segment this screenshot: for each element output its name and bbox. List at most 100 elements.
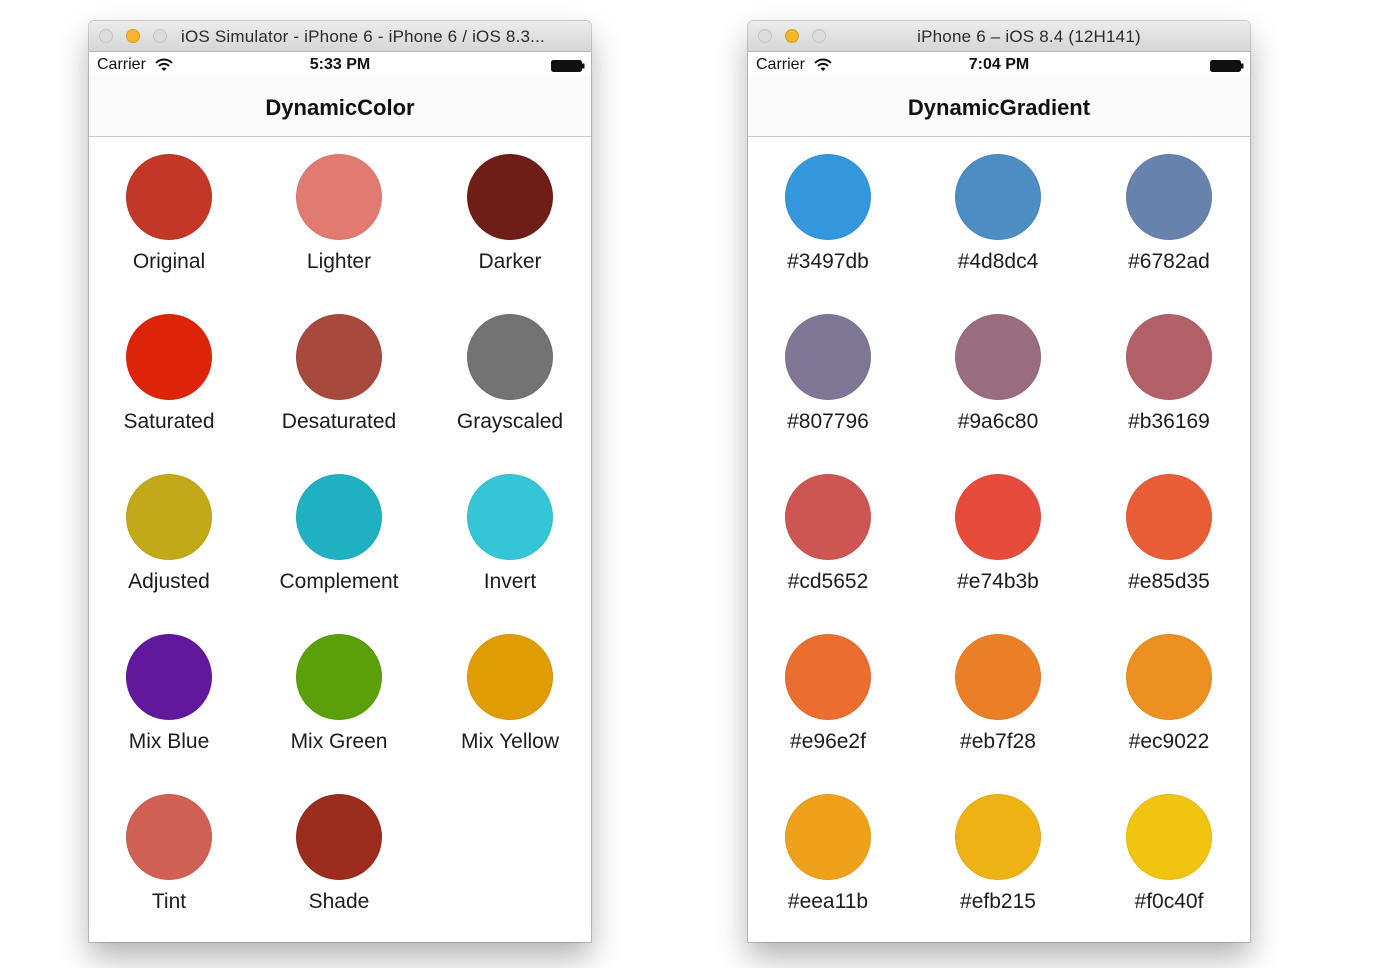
color-swatch[interactable]: #e74b3b bbox=[938, 474, 1058, 604]
swatch-circle bbox=[296, 314, 382, 400]
nav-title: DynamicColor bbox=[265, 95, 415, 120]
color-swatch[interactable]: #ec9022 bbox=[1109, 634, 1229, 764]
swatch-label: Tint bbox=[151, 890, 187, 913]
status-time: 7:04 PM bbox=[968, 56, 1030, 73]
swatch-circle bbox=[785, 634, 871, 720]
battery-icon bbox=[551, 60, 585, 72]
swatch-circle bbox=[126, 314, 212, 400]
swatch-circle bbox=[1126, 314, 1212, 400]
window-titlebar[interactable]: iPhone 6 – iOS 8.4 (12H141) bbox=[748, 21, 1250, 52]
zoom-window-button[interactable] bbox=[153, 29, 167, 43]
color-swatch[interactable]: Complement bbox=[279, 474, 399, 604]
color-swatch[interactable]: #cd5652 bbox=[768, 474, 888, 604]
close-window-button[interactable] bbox=[99, 29, 113, 43]
color-swatch[interactable]: Mix Yellow bbox=[450, 634, 570, 764]
swatch-label: #cd5652 bbox=[787, 570, 869, 593]
swatch-label: #ec9022 bbox=[1128, 730, 1210, 753]
swatch-circle bbox=[785, 154, 871, 240]
swatch-circle bbox=[126, 154, 212, 240]
swatch-circle bbox=[296, 634, 382, 720]
color-swatch[interactable]: #eea11b bbox=[768, 794, 888, 924]
color-swatch[interactable]: #efb215 bbox=[938, 794, 1058, 924]
swatch-label: #eb7f28 bbox=[960, 730, 1036, 753]
swatch-circle bbox=[467, 314, 553, 400]
swatch-label: Desaturated bbox=[281, 410, 397, 433]
swatch-label: #9a6c80 bbox=[957, 410, 1039, 433]
swatch-label: Lighter bbox=[306, 250, 372, 273]
swatch-label: Complement bbox=[279, 570, 399, 593]
color-swatch[interactable]: Adjusted bbox=[109, 474, 229, 604]
color-swatch[interactable]: Lighter bbox=[279, 154, 399, 284]
close-window-button[interactable] bbox=[758, 29, 772, 43]
swatch-label: Saturated bbox=[123, 410, 215, 433]
color-swatch[interactable]: #eb7f28 bbox=[938, 634, 1058, 764]
swatch-label: #6782ad bbox=[1128, 250, 1210, 273]
swatch-label: #e96e2f bbox=[790, 730, 866, 753]
swatch-circle bbox=[126, 634, 212, 720]
color-swatch[interactable]: Shade bbox=[279, 794, 399, 924]
color-swatch[interactable]: #e85d35 bbox=[1109, 474, 1229, 604]
swatch-label: #b36169 bbox=[1128, 410, 1210, 433]
swatch-label: Adjusted bbox=[128, 570, 210, 593]
swatch-circle bbox=[955, 154, 1041, 240]
swatch-label: Shade bbox=[308, 890, 370, 913]
simulator-window-dynamic-color: iOS Simulator - iPhone 6 - iPhone 6 / iO… bbox=[89, 21, 591, 942]
status-time: 5:33 PM bbox=[309, 56, 371, 73]
status-bar: Carrier 5:33 PM bbox=[89, 52, 591, 76]
minimize-window-button[interactable] bbox=[126, 29, 140, 43]
window-title: iPhone 6 – iOS 8.4 (12H141) bbox=[917, 27, 1141, 46]
swatch-label: Grayscaled bbox=[456, 410, 564, 433]
color-swatch[interactable]: #b36169 bbox=[1109, 314, 1229, 444]
swatch-label: Darker bbox=[478, 250, 542, 273]
minimize-window-button[interactable] bbox=[785, 29, 799, 43]
color-swatch[interactable]: Invert bbox=[450, 474, 570, 604]
swatch-label: Mix Blue bbox=[128, 730, 210, 753]
swatch-circle bbox=[296, 474, 382, 560]
swatch-label: #f0c40f bbox=[1134, 890, 1204, 913]
window-titlebar[interactable]: iOS Simulator - iPhone 6 - iPhone 6 / iO… bbox=[89, 21, 591, 52]
swatch-label: #807796 bbox=[787, 410, 869, 433]
color-swatch[interactable]: Mix Blue bbox=[109, 634, 229, 764]
swatch-circle bbox=[1126, 154, 1212, 240]
color-swatch[interactable]: #f0c40f bbox=[1109, 794, 1229, 924]
swatch-circle bbox=[955, 314, 1041, 400]
swatch-circle bbox=[126, 474, 212, 560]
swatch-circle bbox=[296, 794, 382, 880]
battery-icon bbox=[1210, 60, 1244, 72]
nav-title: DynamicGradient bbox=[907, 95, 1091, 120]
swatch-circle bbox=[785, 314, 871, 400]
color-swatch[interactable]: Tint bbox=[109, 794, 229, 924]
swatch-label: #3497db bbox=[787, 250, 869, 273]
navigation-bar: DynamicGradient bbox=[748, 76, 1250, 137]
color-swatch[interactable]: #e96e2f bbox=[768, 634, 888, 764]
swatch-label: Original bbox=[132, 250, 206, 273]
color-swatch[interactable]: #4d8dc4 bbox=[938, 154, 1058, 284]
swatch-label: Mix Green bbox=[290, 730, 388, 753]
swatch-circle bbox=[785, 474, 871, 560]
color-swatch[interactable]: Darker bbox=[450, 154, 570, 284]
swatch-circle bbox=[467, 474, 553, 560]
color-swatch[interactable]: Desaturated bbox=[279, 314, 399, 444]
swatch-circle bbox=[955, 794, 1041, 880]
color-swatch[interactable]: Grayscaled bbox=[450, 314, 570, 444]
swatch-circle bbox=[955, 474, 1041, 560]
navigation-bar: DynamicColor bbox=[89, 76, 591, 137]
swatch-circle bbox=[955, 634, 1041, 720]
color-swatch[interactable]: #3497db bbox=[768, 154, 888, 284]
color-swatch[interactable]: Mix Green bbox=[279, 634, 399, 764]
swatch-circle bbox=[785, 794, 871, 880]
simulator-window-dynamic-gradient: iPhone 6 – iOS 8.4 (12H141) Carrier 7:04… bbox=[748, 21, 1250, 942]
color-swatch[interactable]: Saturated bbox=[109, 314, 229, 444]
swatch-label: Mix Yellow bbox=[460, 730, 560, 753]
swatch-label: #4d8dc4 bbox=[957, 250, 1039, 273]
window-title: iOS Simulator - iPhone 6 - iPhone 6 / iO… bbox=[181, 27, 545, 46]
color-swatch[interactable]: #6782ad bbox=[1109, 154, 1229, 284]
swatch-circle bbox=[1126, 794, 1212, 880]
color-swatch[interactable]: #807796 bbox=[768, 314, 888, 444]
swatch-circle bbox=[1126, 474, 1212, 560]
swatch-label: #e85d35 bbox=[1128, 570, 1210, 593]
swatch-circle bbox=[296, 154, 382, 240]
color-swatch[interactable]: #9a6c80 bbox=[938, 314, 1058, 444]
color-swatch[interactable]: Original bbox=[109, 154, 229, 284]
swatch-circle bbox=[126, 794, 212, 880]
